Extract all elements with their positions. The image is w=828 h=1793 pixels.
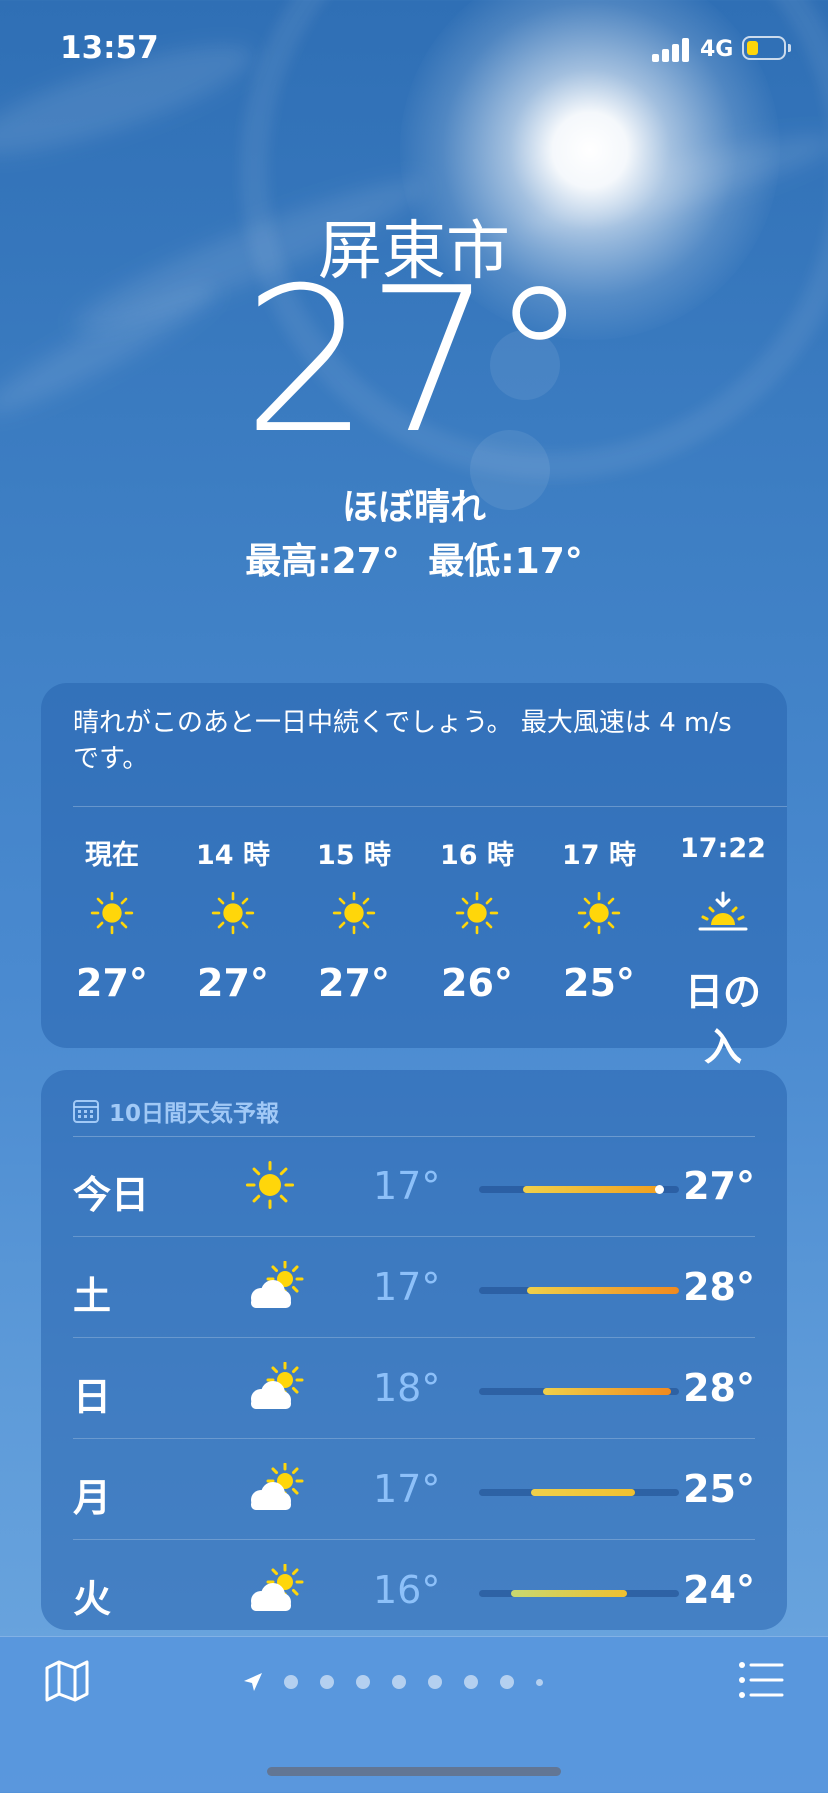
hour-label: 17:22	[680, 833, 766, 864]
low-temperature: 17°	[373, 1164, 441, 1208]
hour-label: 15 時	[317, 840, 391, 871]
partly-cloudy-icon	[245, 1462, 305, 1513]
forecast-row[interactable]: 火 16° 24°	[73, 1540, 755, 1641]
sunset-icon	[668, 891, 778, 935]
forecast-row[interactable]: 今日 17° 27°	[73, 1136, 755, 1237]
hour-temperature: 日の入	[684, 970, 761, 1069]
day-label: 火	[73, 1577, 112, 1621]
page-dot[interactable]	[464, 1675, 478, 1689]
signal-icon	[652, 36, 692, 62]
temperature-range-fill	[527, 1287, 679, 1294]
temperature-range-bar	[479, 1590, 679, 1597]
ten-day-forecast-card[interactable]: 10日間天気予報 今日 17° 27° 土 17° 28° 日 18° 28° …	[41, 1070, 787, 1630]
page-dot[interactable]	[392, 1675, 406, 1689]
hourly-item: 現在 27°	[57, 833, 167, 1005]
hourly-item: 16 時 26°	[422, 833, 532, 1005]
low-temperature: 17°	[373, 1467, 441, 1511]
hour-temperature: 26°	[441, 961, 513, 1005]
ten-day-title: 10日間天気予報	[109, 1101, 280, 1127]
day-label: 日	[73, 1375, 112, 1419]
high-temperature: 27°	[683, 1164, 755, 1208]
day-label: 今日	[73, 1173, 150, 1217]
status-time: 13:57	[60, 30, 159, 66]
sun-icon	[544, 891, 654, 935]
sun-icon	[299, 891, 409, 935]
ten-day-header: 10日間天気予報	[73, 1094, 279, 1128]
high-temp: 最高:27°	[245, 541, 400, 582]
high-temperature: 28°	[683, 1265, 755, 1309]
high-temperature: 25°	[683, 1467, 755, 1511]
temperature-range-bar	[479, 1388, 679, 1395]
hour-temperature: 27°	[318, 961, 390, 1005]
high-temperature: 24°	[683, 1568, 755, 1612]
current-temperature: 27°	[242, 245, 590, 478]
forecast-row[interactable]: 月 17° 25°	[73, 1439, 755, 1540]
temperature-range-fill	[531, 1489, 635, 1496]
sun-icon	[178, 891, 288, 935]
hourly-item: 14 時 27°	[178, 833, 288, 1005]
hourly-item: 17 時 25°	[544, 833, 654, 1005]
hourly-item: 15 時 27°	[299, 833, 409, 1005]
forecast-row[interactable]: 日 18° 28°	[73, 1338, 755, 1439]
temperature-range-fill	[543, 1388, 671, 1395]
battery-icon	[742, 36, 791, 60]
hour-temperature: 27°	[197, 961, 269, 1005]
page-dot[interactable]	[536, 1678, 543, 1686]
temperature-range-fill	[511, 1590, 627, 1597]
high-temperature: 28°	[683, 1366, 755, 1410]
hour-label: 14 時	[196, 840, 270, 871]
low-temperature: 18°	[373, 1366, 441, 1410]
home-indicator	[267, 1767, 561, 1776]
city-list-icon[interactable]	[738, 1661, 784, 1699]
temperature-range-bar	[479, 1287, 679, 1294]
forecast-row[interactable]: 土 17° 28°	[73, 1237, 755, 1338]
temperature-range-bar	[479, 1489, 679, 1496]
partly-cloudy-icon	[245, 1260, 305, 1311]
page-dot[interactable]	[284, 1675, 298, 1689]
current-temp-marker	[655, 1185, 664, 1194]
low-temperature: 17°	[373, 1265, 441, 1309]
hour-label: 16 時	[440, 840, 514, 871]
sun-icon	[245, 1160, 305, 1210]
calendar-icon	[73, 1100, 99, 1123]
day-label: 月	[73, 1476, 112, 1520]
day-label: 土	[73, 1274, 112, 1318]
low-temperature: 16°	[373, 1568, 441, 1612]
hourly-item: 17:22 日の入	[668, 833, 778, 1071]
page-dot[interactable]	[500, 1675, 514, 1689]
bottom-toolbar	[0, 1636, 828, 1793]
high-low: 最高:27° 最低:17°	[0, 532, 828, 584]
page-dot[interactable]	[356, 1675, 370, 1689]
page-indicator[interactable]	[242, 1671, 565, 1693]
location-arrow-icon	[244, 1673, 262, 1691]
page-dot[interactable]	[428, 1675, 442, 1689]
temperature-range-bar	[479, 1185, 679, 1194]
condition-text: ほぼ晴れ	[341, 487, 486, 528]
temperature-range-fill	[523, 1186, 659, 1193]
forecast-summary: 晴れがこのあと一日中続くでしょう。 最大風速は 4 m/s です。	[73, 708, 732, 774]
hour-temperature: 27°	[76, 961, 148, 1005]
divider	[73, 806, 787, 807]
partly-cloudy-icon	[245, 1361, 305, 1412]
hourly-forecast-card[interactable]: 晴れがこのあと一日中続くでしょう。 最大風速は 4 m/s です。 現在 27°…	[41, 683, 787, 1069]
partly-cloudy-icon	[245, 1563, 305, 1614]
network-label: 4G	[700, 37, 734, 62]
sun-icon	[422, 891, 532, 935]
hour-temperature: 25°	[563, 961, 635, 1005]
status-bar: 13:57 4G	[0, 0, 828, 100]
sun-icon	[57, 891, 167, 935]
hour-label: 現在	[85, 840, 139, 871]
hour-label: 17 時	[562, 840, 636, 871]
map-icon[interactable]	[44, 1659, 90, 1703]
low-temp: 最低:17°	[428, 541, 583, 582]
page-dot[interactable]	[320, 1675, 334, 1689]
